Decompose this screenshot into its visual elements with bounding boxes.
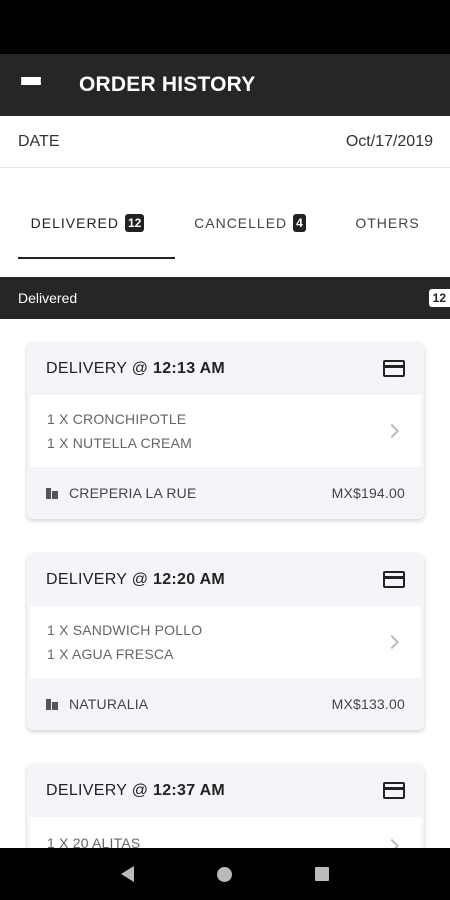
order-item: 1 X SANDWICH POLLO (47, 622, 203, 638)
section-count-badge: 12 (428, 289, 450, 307)
order-title: DELIVERY @ 12:20 AM (46, 571, 225, 589)
date-value: Oct/17/2019 (345, 132, 433, 150)
tab-label: OTHERS (355, 215, 420, 231)
order-items-row[interactable]: 1 X CRONCHIPOTLE 1 X NUTELLA CREAM (30, 395, 421, 467)
system-navigation-bar (0, 848, 450, 900)
tab-count-badge: 4 (293, 214, 306, 232)
order-prefix: DELIVERY @ (46, 359, 153, 377)
order-card-header: DELIVERY @ 12:37 AM (27, 764, 424, 817)
status-bar (0, 0, 450, 54)
tab-label: CANCELLED (194, 215, 288, 231)
order-item: 1 X NUTELLA CREAM (47, 435, 192, 451)
order-card[interactable]: DELIVERY @ 12:20 AM 1 X SANDWICH POLLO 1… (27, 553, 424, 730)
home-icon[interactable] (216, 866, 232, 882)
back-icon[interactable] (121, 866, 135, 882)
store-icon (46, 487, 58, 499)
order-card[interactable]: DELIVERY @ 12:13 AM 1 X CRONCHIPOTLE 1 X… (27, 342, 424, 519)
order-title: DELIVERY @ 12:13 AM (46, 360, 225, 378)
order-item: 1 X AGUA FRESCA (47, 646, 174, 662)
date-row[interactable]: DATE Oct/17/2019 (0, 116, 450, 168)
order-price: MX$194.00 (331, 485, 405, 501)
order-price: MX$133.00 (331, 696, 405, 712)
order-prefix: DELIVERY @ (46, 570, 153, 588)
store-name: CREPERIA LA RUE (69, 485, 197, 501)
chevron-right-icon (384, 423, 400, 439)
section-title: Delivered (18, 290, 78, 306)
order-card-header: DELIVERY @ 12:20 AM (27, 553, 424, 606)
active-tab-indicator (18, 257, 175, 259)
order-card-footer: NATURALIA MX$133.00 (27, 678, 424, 730)
section-header: Delivered 12 (0, 277, 450, 319)
hamburger-menu-icon[interactable] (0, 54, 62, 116)
date-label: DATE (18, 132, 60, 150)
order-items: 1 X SANDWICH POLLO 1 X AGUA FRESCA (47, 618, 202, 666)
store-name: NATURALIA (69, 696, 149, 712)
order-time: 12:37 AM (153, 781, 226, 799)
order-items-row[interactable]: 1 X SANDWICH POLLO 1 X AGUA FRESCA (30, 606, 421, 678)
order-prefix: DELIVERY @ (46, 781, 153, 799)
recents-icon[interactable] (314, 867, 329, 881)
tab-count-badge: 12 (125, 214, 145, 232)
tab-delivered[interactable]: DELIVERED 12 (0, 168, 175, 278)
app-bar: ORDER HISTORY (0, 54, 450, 116)
credit-card-icon (383, 782, 405, 799)
order-card-footer: CREPERIA LA RUE MX$194.00 (27, 467, 424, 519)
page-title: ORDER HISTORY (79, 73, 256, 96)
order-time: 12:20 AM (153, 570, 226, 588)
tab-others[interactable]: OTHERS (325, 168, 450, 278)
order-status-tabs: DELIVERED 12 CANCELLED 4 OTHERS (0, 168, 450, 278)
chevron-right-icon (384, 634, 400, 650)
order-item: 1 X 20 ALITAS (47, 835, 141, 848)
chevron-right-icon (384, 838, 400, 848)
order-item: 1 X CRONCHIPOTLE (47, 411, 187, 427)
order-list[interactable]: DELIVERY @ 12:13 AM 1 X CRONCHIPOTLE 1 X… (0, 319, 450, 848)
order-items-row[interactable]: 1 X 20 ALITAS (30, 817, 421, 848)
order-card[interactable]: DELIVERY @ 12:37 AM 1 X 20 ALITAS (27, 764, 424, 848)
order-title: DELIVERY @ 12:37 AM (46, 782, 225, 800)
store-info: NATURALIA (46, 696, 148, 712)
order-time: 12:13 AM (153, 359, 226, 377)
store-info: CREPERIA LA RUE (46, 485, 197, 501)
credit-card-icon (383, 360, 405, 377)
store-icon (46, 698, 58, 710)
order-items: 1 X 20 ALITAS (47, 831, 140, 848)
tab-label: DELIVERED (30, 215, 119, 231)
credit-card-icon (383, 571, 405, 588)
order-items: 1 X CRONCHIPOTLE 1 X NUTELLA CREAM (47, 407, 192, 455)
tab-cancelled[interactable]: CANCELLED 4 (175, 168, 325, 278)
order-card-header: DELIVERY @ 12:13 AM (27, 342, 424, 395)
